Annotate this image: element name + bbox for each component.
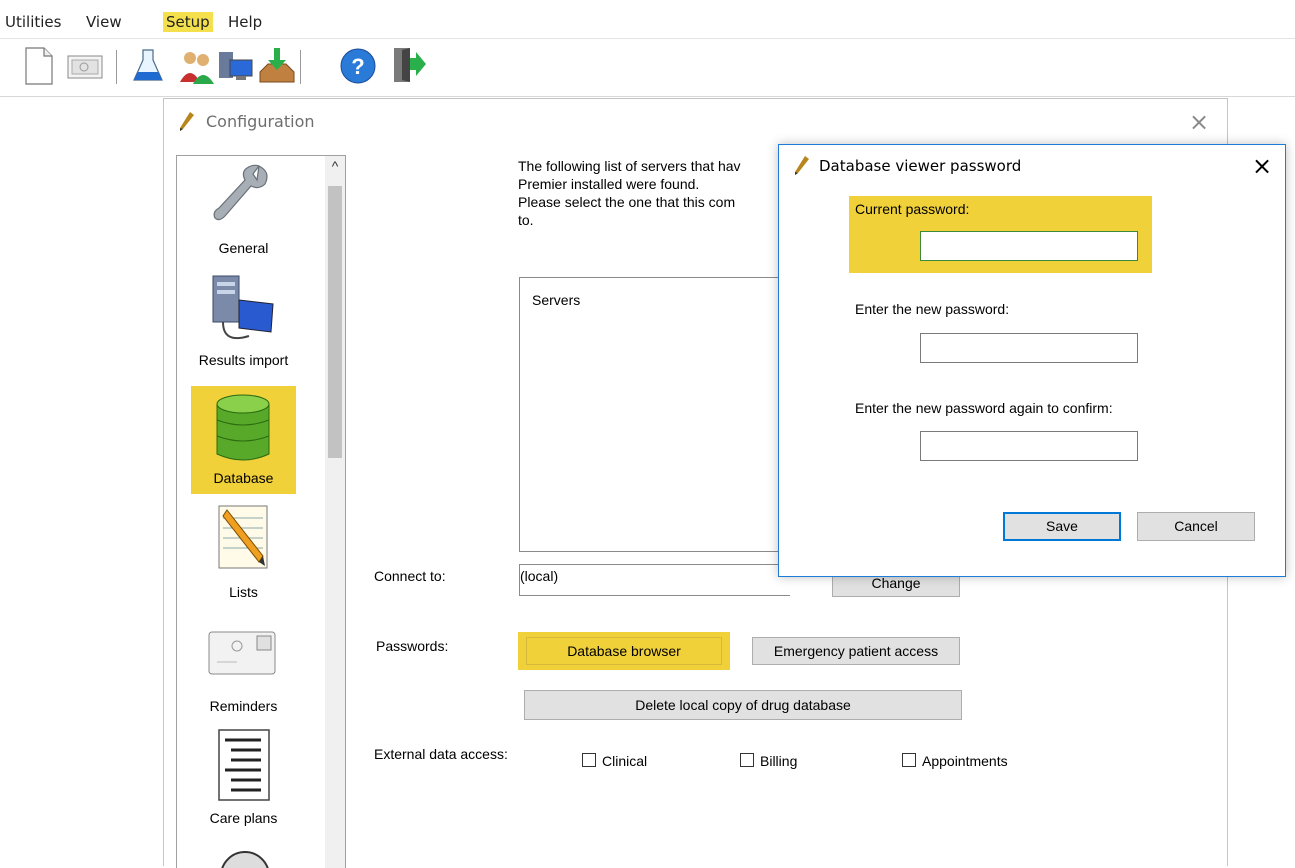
nav-item-database[interactable]: Database <box>191 386 296 494</box>
document-list-icon <box>215 728 275 804</box>
toolbar-separator <box>116 50 117 84</box>
computers-icon[interactable] <box>216 46 256 86</box>
new-password-label: Enter the new password: <box>855 301 1010 317</box>
inbox-download-icon[interactable] <box>256 46 296 86</box>
letter-icon[interactable] <box>64 46 104 86</box>
new-password-input[interactable] <box>920 333 1138 363</box>
emergency-access-button[interactable]: Emergency patient access <box>752 637 960 665</box>
servers-list[interactable]: Servers <box>519 277 791 552</box>
toolbar-separator <box>300 50 301 84</box>
nav-item-results-import[interactable]: Results import <box>191 272 296 376</box>
configuration-title: Configuration <box>206 112 315 131</box>
scroll-up-arrow[interactable]: ^ <box>325 158 345 180</box>
pen-icon <box>176 111 196 133</box>
database-icon <box>213 392 273 466</box>
nav-label: Database <box>213 470 274 486</box>
connect-to-value: (local) <box>520 568 559 584</box>
nav-label: Results import <box>198 352 289 368</box>
nav-label: Care plans <box>209 810 278 826</box>
menu-view[interactable]: View <box>83 12 125 32</box>
intro-line: Premier installed were found. <box>518 176 700 192</box>
dialog-title: Database viewer password <box>819 157 1022 175</box>
close-icon[interactable]: × <box>1182 107 1216 137</box>
clinical-checkbox[interactable] <box>582 753 596 767</box>
nav-scrollbar[interactable]: ^ <box>325 156 345 868</box>
delete-drug-db-button[interactable]: Delete local copy of drug database <box>524 690 962 720</box>
billing-label: Billing <box>760 753 798 769</box>
scroll-thumb[interactable] <box>328 186 342 458</box>
pen-icon <box>791 155 811 177</box>
external-access-label: External data access: <box>374 746 508 762</box>
database-browser-button[interactable]: Database browser <box>526 637 722 665</box>
envelope-icon <box>207 626 279 686</box>
help-icon[interactable]: ? <box>338 46 378 86</box>
nav-label: General <box>218 240 269 256</box>
connect-to-label: Connect to: <box>374 568 446 584</box>
intro-text: The following list of servers that hav P… <box>518 157 741 229</box>
servers-header: Servers <box>532 292 581 308</box>
close-icon[interactable]: × <box>1245 149 1279 183</box>
confirm-password-label: Enter the new password again to confirm: <box>855 400 1113 416</box>
menu-utilities[interactable]: Utilities <box>2 12 64 32</box>
password-dialog: Database viewer password × Current passw… <box>778 144 1286 577</box>
intro-line: to. <box>518 212 534 228</box>
clinical-label: Clinical <box>602 753 648 769</box>
nav-label: Lists <box>229 584 258 600</box>
intro-line: Please select the one that this com <box>518 194 736 210</box>
nav-item-general[interactable]: General <box>191 160 296 260</box>
nav-label: Reminders <box>209 698 278 714</box>
nav-item-care-plans[interactable]: Care plans <box>191 726 296 830</box>
confirm-password-input[interactable] <box>920 431 1138 461</box>
passwords-label: Passwords: <box>376 638 449 654</box>
notepad-pencil-icon <box>213 502 277 576</box>
flask-icon[interactable] <box>128 46 168 86</box>
menu-bar: Utilities View Setup Help <box>0 0 1295 39</box>
wrench-icon <box>213 162 273 232</box>
nav-item-reminders[interactable]: Reminders <box>191 616 296 720</box>
billing-checkbox[interactable] <box>740 753 754 767</box>
nav-item-lists[interactable]: Lists <box>191 500 296 604</box>
server-pc-icon <box>209 274 279 348</box>
configuration-titlebar[interactable]: Configuration × <box>164 99 1227 145</box>
appointments-checkbox[interactable] <box>902 753 916 767</box>
save-button[interactable]: Save <box>1003 512 1121 541</box>
current-password-label: Current password: <box>855 201 970 217</box>
toolbar: ? <box>0 40 1295 97</box>
new-document-icon[interactable] <box>22 46 62 86</box>
intro-line: The following list of servers that hav <box>518 158 741 174</box>
exit-door-icon[interactable] <box>388 46 428 86</box>
connect-to-field[interactable]: (local) <box>519 564 790 596</box>
appointments-label: Appointments <box>922 753 1008 769</box>
current-password-input[interactable] <box>920 231 1138 261</box>
svg-text:?: ? <box>351 54 364 79</box>
category-list[interactable]: General Results import Database Lists Re… <box>176 155 346 868</box>
cancel-button[interactable]: Cancel <box>1137 512 1255 541</box>
menu-setup[interactable]: Setup <box>163 12 213 32</box>
users-icon[interactable] <box>176 46 216 86</box>
menu-help[interactable]: Help <box>225 12 265 32</box>
